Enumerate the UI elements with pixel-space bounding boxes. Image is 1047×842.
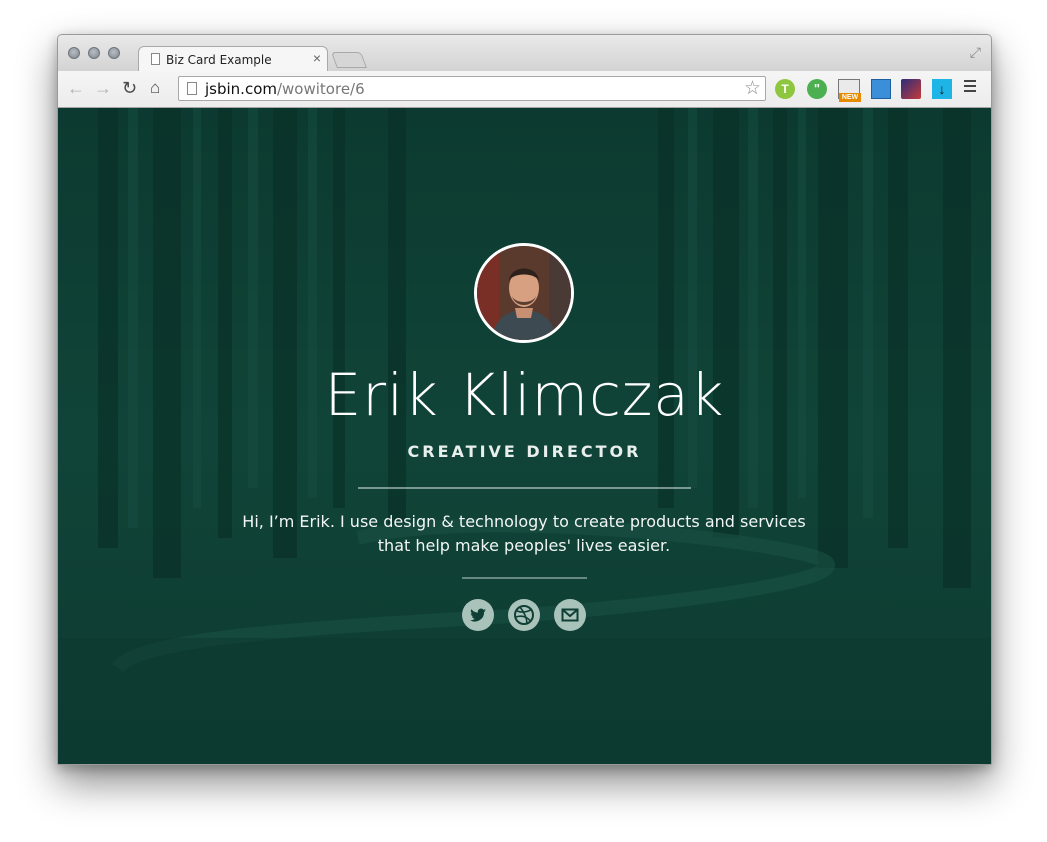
- divider: [358, 487, 691, 489]
- zoom-window-button[interactable]: [108, 47, 120, 59]
- extension-new-icon[interactable]: NEW: [838, 79, 861, 102]
- menu-icon[interactable]: [964, 80, 976, 95]
- extension-green-icon[interactable]: T: [775, 79, 795, 99]
- tab-title: Biz Card Example: [166, 53, 272, 67]
- title-bar: Biz Card Example × ⤢: [58, 35, 991, 73]
- extension-hangouts-icon[interactable]: ": [807, 79, 827, 99]
- back-arrow-icon[interactable]: ←: [67, 77, 85, 99]
- forward-arrow-icon[interactable]: →: [94, 77, 112, 99]
- person-name: Erik Klimczak: [324, 361, 725, 429]
- job-title: CREATIVE DIRECTOR: [407, 442, 642, 461]
- dribbble-icon[interactable]: [508, 599, 540, 631]
- page-viewport: Erik Klimczak CREATIVE DIRECTOR Hi, I’m …: [58, 108, 991, 764]
- twitter-icon[interactable]: [462, 599, 494, 631]
- url-text: jsbin.com/wowitore/6: [205, 80, 365, 98]
- bookmark-star-icon[interactable]: ☆: [744, 77, 761, 100]
- page-icon: [187, 82, 197, 95]
- extension-image-icon[interactable]: [871, 79, 891, 99]
- url-path: /wowitore/6: [276, 80, 365, 98]
- mail-icon[interactable]: [554, 599, 586, 631]
- close-window-button[interactable]: [68, 47, 80, 59]
- avatar-photo: [477, 246, 571, 340]
- avatar: [474, 243, 574, 343]
- tab-close-button[interactable]: ×: [313, 50, 321, 66]
- browser-window: Biz Card Example × ⤢ ← → ↻ ⌂ jsbin.com/w…: [57, 34, 992, 765]
- fullscreen-icon[interactable]: ⤢: [970, 44, 981, 61]
- address-bar[interactable]: jsbin.com/wowitore/6 ☆: [178, 76, 766, 101]
- new-tab-button[interactable]: [331, 52, 367, 68]
- divider: [462, 577, 587, 579]
- tab-biz-card[interactable]: Biz Card Example ×: [138, 46, 328, 73]
- url-host: jsbin.com: [205, 80, 277, 98]
- page-icon: [151, 53, 160, 65]
- minimize-window-button[interactable]: [88, 47, 100, 59]
- biz-card: Erik Klimczak CREATIVE DIRECTOR Hi, I’m …: [58, 108, 991, 764]
- reload-icon[interactable]: ↻: [122, 77, 137, 99]
- bio-text: Hi, I’m Erik. I use design & technology …: [242, 512, 806, 555]
- home-icon[interactable]: ⌂: [150, 77, 160, 99]
- browser-toolbar: ← → ↻ ⌂ jsbin.com/wowitore/6 ☆ T " NEW ↓: [58, 71, 991, 108]
- extension-new-badge: NEW: [839, 93, 861, 102]
- download-icon[interactable]: ↓: [932, 79, 952, 99]
- extension-colorful-icon[interactable]: [901, 79, 921, 99]
